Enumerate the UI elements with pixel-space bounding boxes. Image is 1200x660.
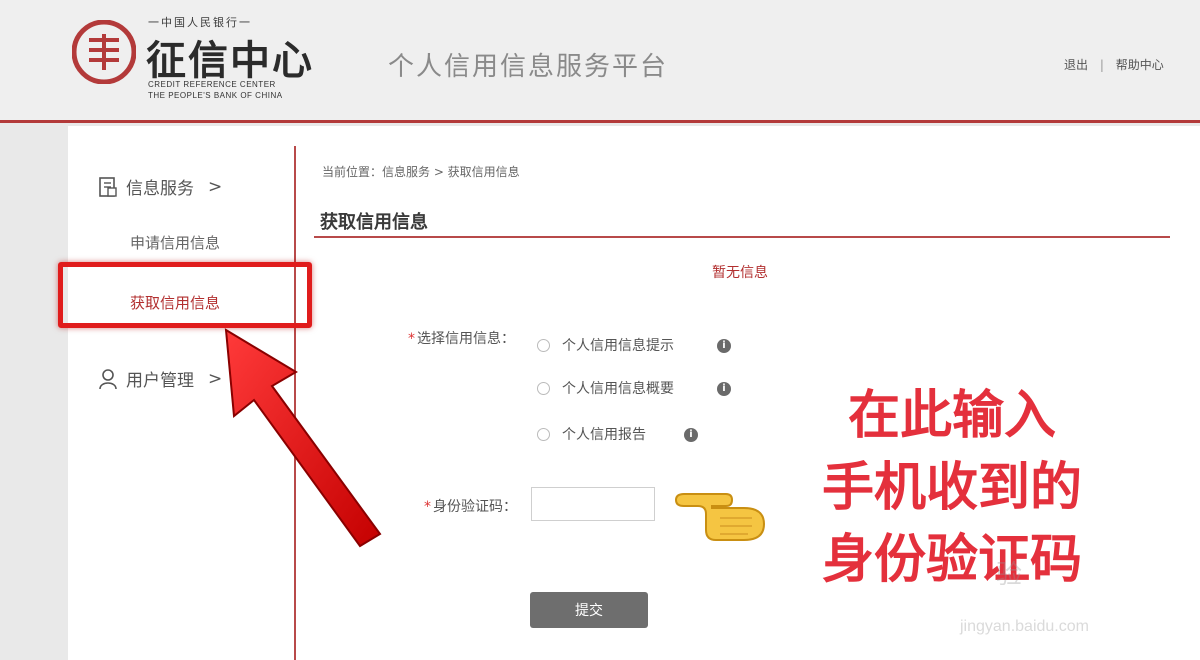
annotation-line: 在此输入 [847,386,1056,446]
document-icon [99,176,117,197]
status-notice: 暂无信息 [712,265,768,281]
watermark-text: 验 [996,560,1023,590]
link-separator: | [1099,58,1104,72]
annotation-line: 手机收到的 [821,458,1082,518]
radio-button[interactable] [537,427,550,441]
credit-center-seal-icon [72,20,136,84]
verification-code-label: * 身份验证码： [424,496,517,516]
title-divider [314,236,1170,238]
select-label-text: 选择信用信息： [417,331,515,347]
logo-english-line2: THE PEOPLE'S BANK OF CHINA [148,91,283,100]
select-credit-info-label: * 选择信用信息： [408,328,515,348]
required-mark: * [408,331,415,347]
required-mark: * [424,499,431,515]
info-icon[interactable]: i [717,382,731,396]
info-icon[interactable]: i [684,428,698,442]
info-icon[interactable]: i [717,339,731,353]
annotation-line: 身份验证码 [821,530,1082,590]
sidebar-group-info-service[interactable]: 信息服务 > [98,174,222,199]
page-title: 获取信用信息 [320,212,428,233]
option-credit-tips[interactable]: 个人信用信息提示 [537,335,674,355]
verification-code-input[interactable] [531,487,655,521]
submit-button[interactable]: 提交 [530,592,648,628]
top-links: 退出 | 帮助中心 [1064,56,1164,73]
option-credit-report[interactable]: 个人信用报告 [537,424,646,444]
sidebar-item-apply-credit-info[interactable]: 申请信用信息 [130,232,220,253]
option-label: 个人信用信息提示 [562,338,674,354]
breadcrumb: 当前位置：信息服务 > 获取信用信息 [322,165,520,179]
red-arrow-icon [224,328,382,548]
option-label: 个人信用信息概要 [562,381,674,397]
logo-title: 征信中心 [146,37,314,84]
user-icon [99,368,117,389]
radio-button[interactable] [537,381,550,395]
highlight-box [58,262,312,328]
pointing-hand-icon [674,493,766,541]
instruction-annotation: 在此输入 手机收到的 身份验证码 [782,380,1122,596]
logo-english-line1: CREDIT REFERENCE CENTER [148,80,276,89]
sidebar-group-label: 用户管理 [126,371,194,391]
option-credit-summary[interactable]: 个人信用信息概要 [537,378,674,398]
watermark-url: jingyan.baidu.com [960,618,1089,635]
logout-link[interactable]: 退出 [1064,58,1088,72]
site-header: 一中国人民银行一 征信中心 CREDIT REFERENCE CENTER TH… [0,0,1200,123]
option-label: 个人信用报告 [562,427,646,443]
radio-button[interactable] [537,338,550,352]
sidebar-group-label: 信息服务 [126,179,194,199]
chevron-right-icon: > [208,176,223,197]
help-center-link[interactable]: 帮助中心 [1116,58,1164,72]
code-label-text: 身份验证码： [433,499,517,515]
platform-title: 个人信用信息服务平台 [388,52,669,82]
